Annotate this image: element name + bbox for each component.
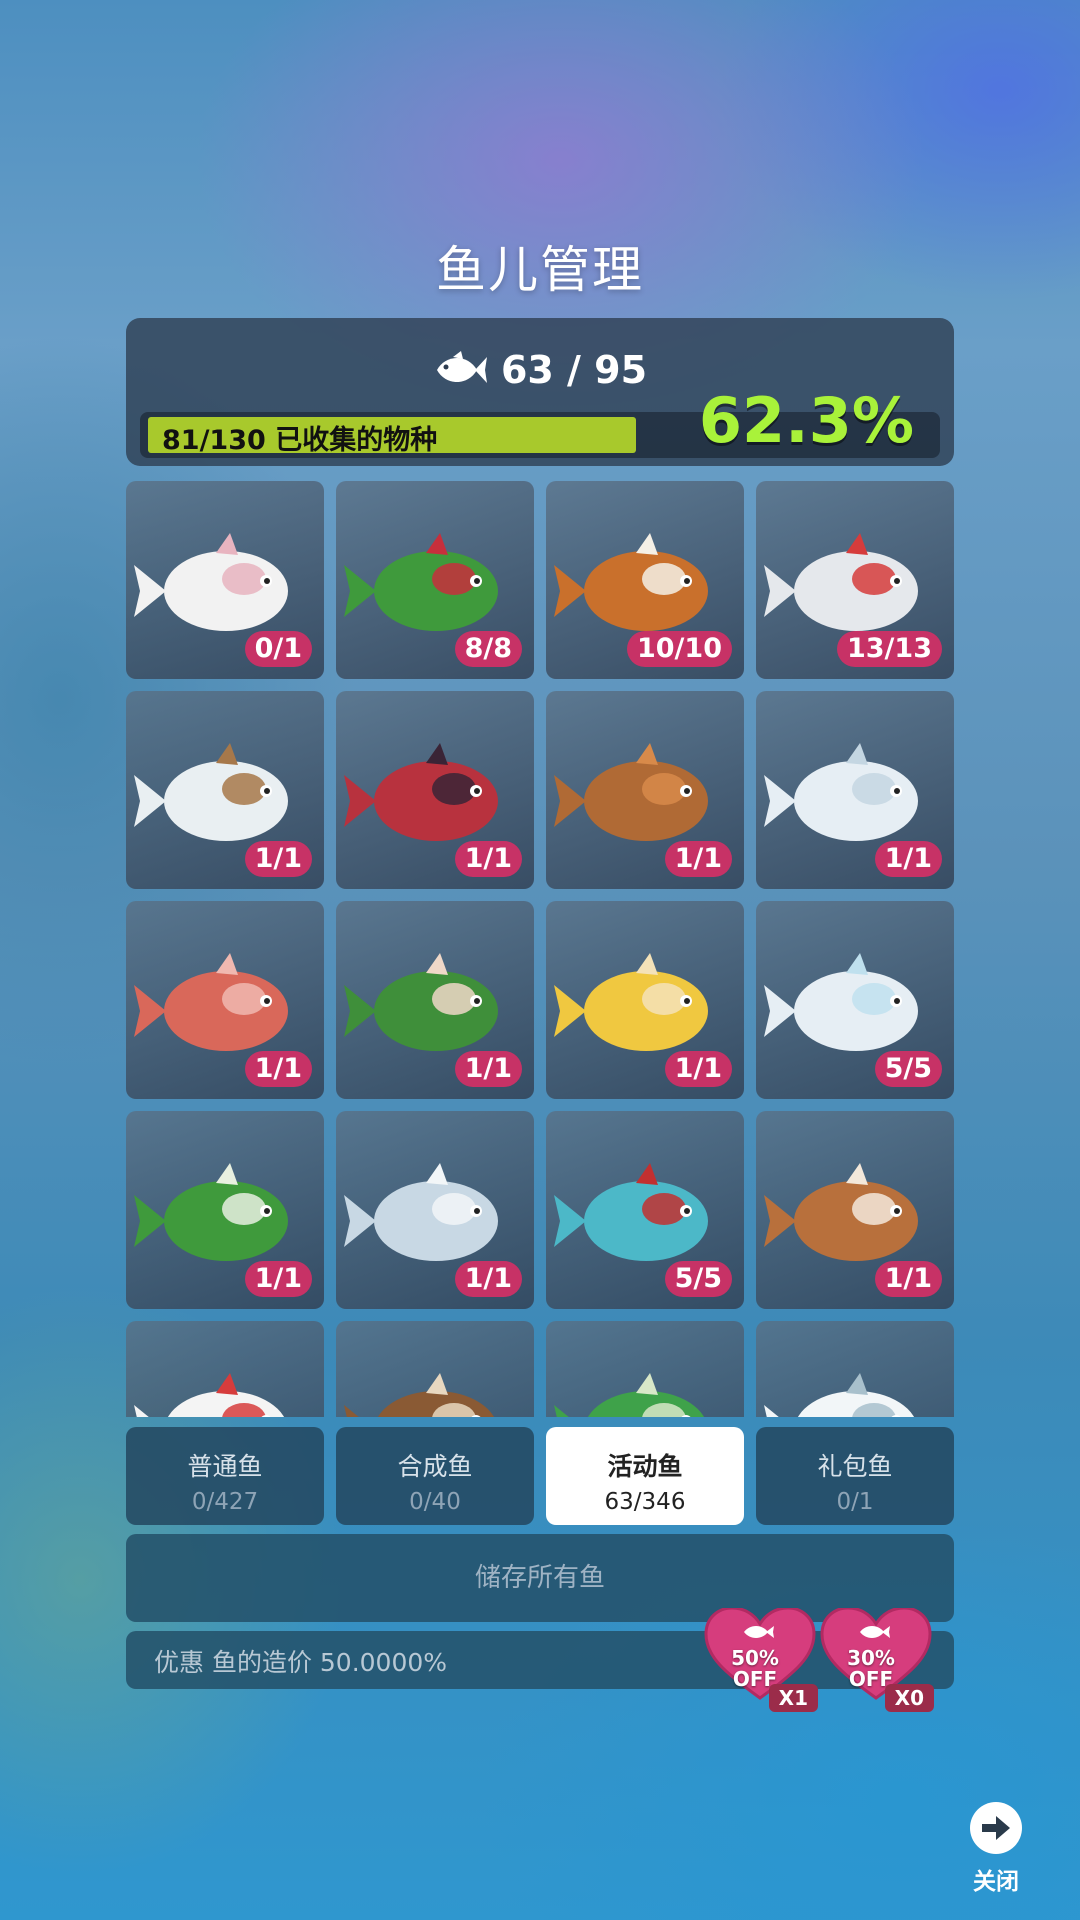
fish-card[interactable]: 1/1 (336, 691, 534, 889)
tab-label: 礼包鱼 (817, 1452, 893, 1481)
tab-count: 63/346 (604, 1489, 686, 1515)
fish-grid-scroll[interactable]: 0/1 8/8 10/10 13/13 1/1 1/1 1/1 1/1 1/1 … (126, 481, 954, 1417)
fish-card[interactable]: 1/1 (126, 1111, 324, 1309)
fish-card[interactable]: 1/1 (546, 691, 744, 889)
fish-card[interactable]: 1/1 (756, 1111, 954, 1309)
fish-card[interactable] (756, 1321, 954, 1417)
fish-card[interactable]: 10/10 (546, 481, 744, 679)
fish-count-badge: 5/5 (874, 1051, 942, 1087)
discount-text: 优惠 鱼的造价 50.0000% (154, 1648, 448, 1677)
tab-merged-fish[interactable]: 合成鱼 0/40 (336, 1427, 534, 1525)
fish-count-badge: 1/1 (874, 841, 942, 877)
tab-normal-fish[interactable]: 普通鱼 0/427 (126, 1427, 324, 1525)
fish-card[interactable]: 1/1 (126, 691, 324, 889)
fish-card[interactable] (336, 1321, 534, 1417)
fish-count-badge: 1/1 (454, 841, 522, 877)
coupon-30-off[interactable]: 30% OFF X0 (820, 1608, 934, 1712)
tab-count: 0/40 (409, 1489, 461, 1515)
holly-shark-icon (554, 1373, 705, 1417)
tab-gift-pack-fish[interactable]: 礼包鱼 0/1 (756, 1427, 954, 1525)
category-tabs: 普通鱼 0/427 合成鱼 0/40 活动鱼 63/346 礼包鱼 0/1 (126, 1427, 954, 1525)
close-circle (970, 1802, 1022, 1854)
fish-count-badge: 1/1 (874, 1261, 942, 1297)
scarf-narwhal-icon (134, 1373, 285, 1417)
fish-count-badge: 13/13 (836, 631, 942, 667)
tab-label: 合成鱼 (397, 1452, 473, 1481)
fish-card[interactable] (126, 1321, 324, 1417)
collection-percent: 62.3% (698, 384, 914, 457)
fish-count-badge: 8/8 (454, 631, 522, 667)
fish-card[interactable]: 8/8 (336, 481, 534, 679)
tab-label: 活动鱼 (607, 1452, 683, 1481)
collection-stats-panel: 63 / 95 81/130 已收集的物种 62.3% (126, 318, 954, 466)
fish-card[interactable]: 1/1 (756, 691, 954, 889)
fish-card[interactable]: 1/1 (336, 1111, 534, 1309)
fish-count-badge: 1/1 (664, 841, 732, 877)
fish-count-badge: 1/1 (244, 1261, 312, 1297)
fish-icon (436, 351, 487, 383)
coupon-quantity: X1 (768, 1684, 818, 1712)
snowy-reef-icon (764, 1373, 915, 1417)
fish-card[interactable] (546, 1321, 744, 1417)
fish-card[interactable]: 1/1 (126, 901, 324, 1099)
fish-card[interactable]: 5/5 (546, 1111, 744, 1309)
close-label: 关闭 (973, 1869, 1019, 1895)
coupon-quantity: X0 (884, 1684, 934, 1712)
fish-count-badge: 5/5 (664, 1261, 732, 1297)
tab-label: 普通鱼 (187, 1452, 263, 1481)
fish-count-badge: 0/1 (244, 631, 312, 667)
fish-grid: 0/1 8/8 10/10 13/13 1/1 1/1 1/1 1/1 1/1 … (126, 481, 954, 1417)
arrow-right-icon (982, 1816, 1010, 1840)
fish-count-badge: 1/1 (244, 1051, 312, 1087)
fish-count-badge: 1/1 (244, 841, 312, 877)
fish-card[interactable]: 13/13 (756, 481, 954, 679)
tab-event-fish[interactable]: 活动鱼 63/346 (546, 1427, 744, 1525)
fish-card[interactable]: 1/1 (546, 901, 744, 1099)
coupon-percent: 50% (731, 1646, 779, 1670)
tab-count: 0/427 (191, 1489, 259, 1515)
close-button[interactable]: 关闭 (966, 1802, 1026, 1896)
fish-count-value: 63 / 95 (500, 348, 648, 392)
coupon-50-off[interactable]: 50% OFF X1 (704, 1608, 818, 1712)
tab-count: 0/1 (836, 1489, 874, 1515)
fish-card[interactable]: 0/1 (126, 481, 324, 679)
fish-count-badge: 1/1 (664, 1051, 732, 1087)
species-collected-label: 81/130 已收集的物种 (162, 425, 438, 456)
fish-card[interactable]: 1/1 (336, 901, 534, 1099)
coupon-percent: 30% (847, 1646, 895, 1670)
fish-count-badge: 10/10 (626, 631, 732, 667)
fish-count-badge: 1/1 (454, 1261, 522, 1297)
reindeer-ray-icon (344, 1373, 495, 1417)
page-title: 鱼儿管理 (436, 241, 644, 299)
fish-count-badge: 1/1 (454, 1051, 522, 1087)
fish-card[interactable]: 5/5 (756, 901, 954, 1099)
